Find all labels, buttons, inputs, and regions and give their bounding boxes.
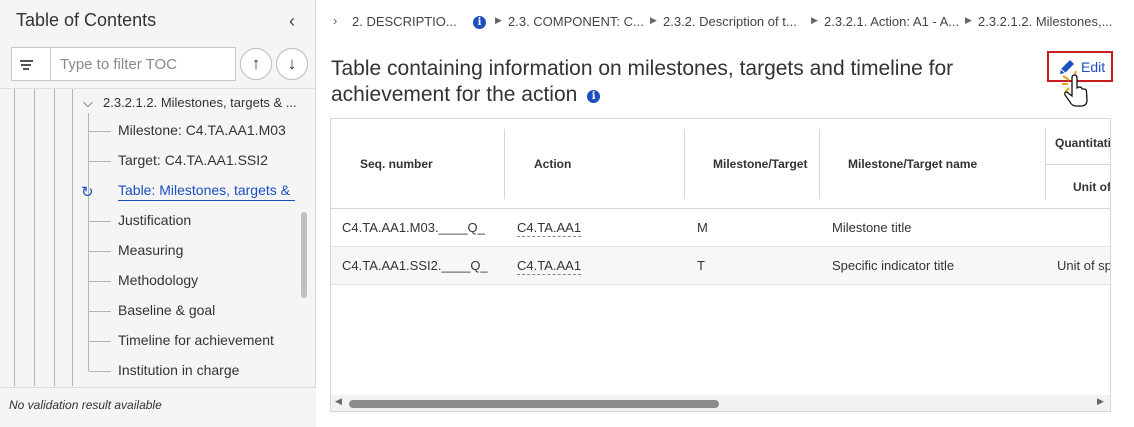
column-quantitative[interactable]: Quantitati (1055, 136, 1110, 150)
cell-name: Specific indicator title (832, 258, 955, 273)
toc-item-measuring[interactable]: Measuring (118, 242, 183, 258)
toc-item-baseline-goal[interactable]: Baseline & goal (118, 302, 215, 318)
breadcrumb: › 2. DESCRIPTIO... i ▶ 2.3. COMPONENT: C… (333, 12, 1123, 34)
cell-seq-number: C4.TA.AA1.M03.____Q_ (342, 220, 485, 235)
toc-panel: Table of Contents ‹ ↑ ↓ ⌵ 2.3.2.1.2. Mil… (0, 0, 316, 427)
toc-header: Table of Contents ‹ (0, 0, 316, 42)
toc-filter-input[interactable] (50, 48, 234, 80)
triangle-right-icon: ▶ (495, 15, 502, 25)
refresh-icon: ↻ (81, 184, 94, 201)
toc-footer: No validation result available (0, 387, 316, 427)
cell-unit: Unit of sp (1057, 258, 1111, 273)
table-row[interactable]: C4.TA.AA1.M03.____Q_ C4.TA.AA1 M Milesto… (331, 209, 1110, 247)
breadcrumb-item-2[interactable]: 2.3. COMPONENT: C... (508, 14, 644, 29)
toc-item-institution[interactable]: Institution in charge (118, 362, 239, 378)
arrow-up-button[interactable]: ↑ (240, 48, 272, 80)
milestones-table: Seq. number Action Milestone/Target Mile… (330, 118, 1111, 412)
info-icon[interactable]: i (473, 13, 486, 29)
column-seq-number[interactable]: Seq. number (360, 157, 433, 171)
arrow-down-button[interactable]: ↓ (276, 48, 308, 80)
column-milestone-target-name[interactable]: Milestone/Target name (848, 157, 977, 171)
section-title: Table containing information on mileston… (331, 56, 1031, 108)
triangle-right-icon: ▶ (811, 15, 818, 25)
section-title-line-2: achievement for the action (331, 83, 578, 106)
column-action[interactable]: Action (534, 157, 571, 171)
triangle-right-icon: ▶ (650, 15, 657, 25)
breadcrumb-item-5[interactable]: 2.3.2.1.2. Milestones,... (978, 14, 1112, 29)
toc-tree: ⌵ 2.3.2.1.2. Milestones, targets & ... M… (0, 88, 316, 386)
scroll-right-icon[interactable]: ▶ (1097, 396, 1104, 407)
cell-name: Milestone title (832, 220, 912, 235)
horizontal-scrollbar[interactable]: ◀ ▶ (331, 395, 1110, 411)
toc-title: Table of Contents (16, 10, 157, 30)
cell-type: T (697, 258, 705, 273)
filter-icon[interactable] (12, 48, 40, 80)
breadcrumb-item-4[interactable]: 2.3.2.1. Action: A1 - A... (824, 14, 959, 29)
chevron-right-icon: › (333, 13, 338, 28)
cell-action-link[interactable]: C4.TA.AA1 (517, 220, 582, 237)
toc-item-milestones-section[interactable]: 2.3.2.1.2. Milestones, targets & ... (103, 95, 297, 110)
collapse-toc-icon[interactable]: ‹ (282, 10, 302, 32)
toc-item-milestone[interactable]: Milestone: C4.TA.AA1.M03 (118, 122, 286, 138)
table-header: Seq. number Action Milestone/Target Mile… (331, 119, 1110, 209)
chevron-down-icon[interactable]: ⌵ (83, 95, 93, 111)
toc-item-target[interactable]: Target: C4.TA.AA1.SSI2 (118, 152, 268, 168)
horizontal-scrollbar-thumb[interactable] (349, 400, 719, 408)
info-icon[interactable]: i (587, 81, 601, 104)
column-milestone-target[interactable]: Milestone/Target (713, 157, 807, 171)
scroll-left-icon[interactable]: ◀ (335, 396, 342, 407)
column-unit-of-measure[interactable]: Unit of (1073, 180, 1110, 194)
section-title-line-1: Table containing information on mileston… (331, 57, 954, 80)
validation-status: No validation result available (9, 398, 162, 412)
toc-scrollbar-thumb[interactable] (301, 212, 307, 298)
toc-item-methodology[interactable]: Methodology (118, 272, 198, 288)
toc-filter-field (11, 47, 236, 81)
toc-item-timeline[interactable]: Timeline for achievement (118, 332, 274, 348)
breadcrumb-item-3[interactable]: 2.3.2. Description of t... (663, 14, 797, 29)
toc-item-justification[interactable]: Justification (118, 212, 191, 228)
cell-type: M (697, 220, 708, 235)
cell-seq-number: C4.TA.AA1.SSI2.____Q_ (342, 258, 488, 273)
triangle-right-icon: ▶ (965, 15, 972, 25)
table-row[interactable]: C4.TA.AA1.SSI2.____Q_ C4.TA.AA1 T Specif… (331, 247, 1111, 285)
cell-action-link[interactable]: C4.TA.AA1 (517, 258, 582, 275)
toc-item-table-milestones[interactable]: Table: Milestones, targets & ... (118, 182, 295, 201)
hand-cursor-icon (1062, 70, 1088, 107)
breadcrumb-item-1[interactable]: 2. DESCRIPTIO... (352, 14, 457, 29)
